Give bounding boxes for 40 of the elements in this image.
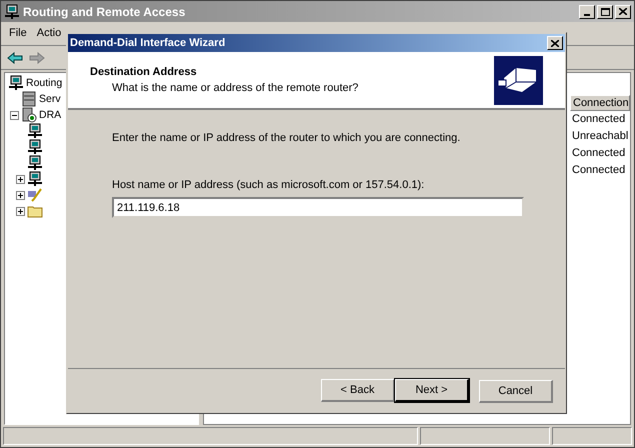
server-icon	[21, 91, 37, 107]
computer-icon	[27, 139, 43, 155]
list-cell-text: Unreachabl	[571, 129, 630, 144]
field-label: Host name or IP address (such as microsoft.com or 157.54.0.1):	[112, 178, 426, 192]
minimize-button[interactable]	[579, 4, 595, 18]
computer-icon	[27, 123, 43, 139]
wizard-heading: Destination Address	[90, 64, 198, 80]
tree-item[interactable]: Routing	[25, 76, 64, 90]
list-cell-text: Connected	[571, 146, 626, 161]
close-icon	[551, 40, 559, 46]
dialog-title: Demand-Dial Interface Wizard	[70, 36, 226, 51]
close-button[interactable]	[547, 36, 563, 50]
computer-icon	[27, 171, 43, 187]
computer-icon	[8, 75, 24, 91]
menu-item[interactable]: File	[9, 25, 27, 42]
expand-icon[interactable]	[16, 206, 24, 216]
window-title: Routing and Remote Access	[23, 4, 186, 20]
tree-item[interactable]: DRA	[38, 108, 62, 122]
collapse-icon[interactable]	[10, 110, 18, 120]
server-icon	[21, 107, 37, 123]
maximize-button[interactable]	[597, 4, 613, 18]
host-input-field[interactable]: 211.119.6.18	[112, 197, 524, 218]
list-cell-text: Connected	[571, 112, 626, 127]
computer-icon	[27, 155, 43, 171]
wizard-button[interactable]: Next >	[395, 379, 469, 402]
close-button[interactable]	[615, 4, 631, 18]
wizard-button[interactable]: < Back	[321, 379, 395, 402]
wizard-button[interactable]: Cancel	[479, 380, 553, 404]
computer-icon	[4, 4, 20, 20]
tree-item[interactable]: Serv	[38, 92, 62, 106]
list-cell-text: Connected	[571, 163, 626, 178]
menu-item[interactable]: Actio	[36, 25, 62, 42]
forward-arrow-icon[interactable]	[29, 52, 45, 64]
back-arrow-icon[interactable]	[7, 52, 23, 64]
close-icon	[619, 8, 627, 15]
expand-icon[interactable]	[16, 174, 24, 184]
instruction-text: Enter the name or IP address of the router to which you are connecting.	[112, 131, 462, 146]
expand-icon[interactable]	[16, 190, 24, 200]
column-header[interactable]: Connection	[570, 95, 630, 111]
wizard-subheading: What is the name or address of the remote router?	[111, 81, 358, 96]
